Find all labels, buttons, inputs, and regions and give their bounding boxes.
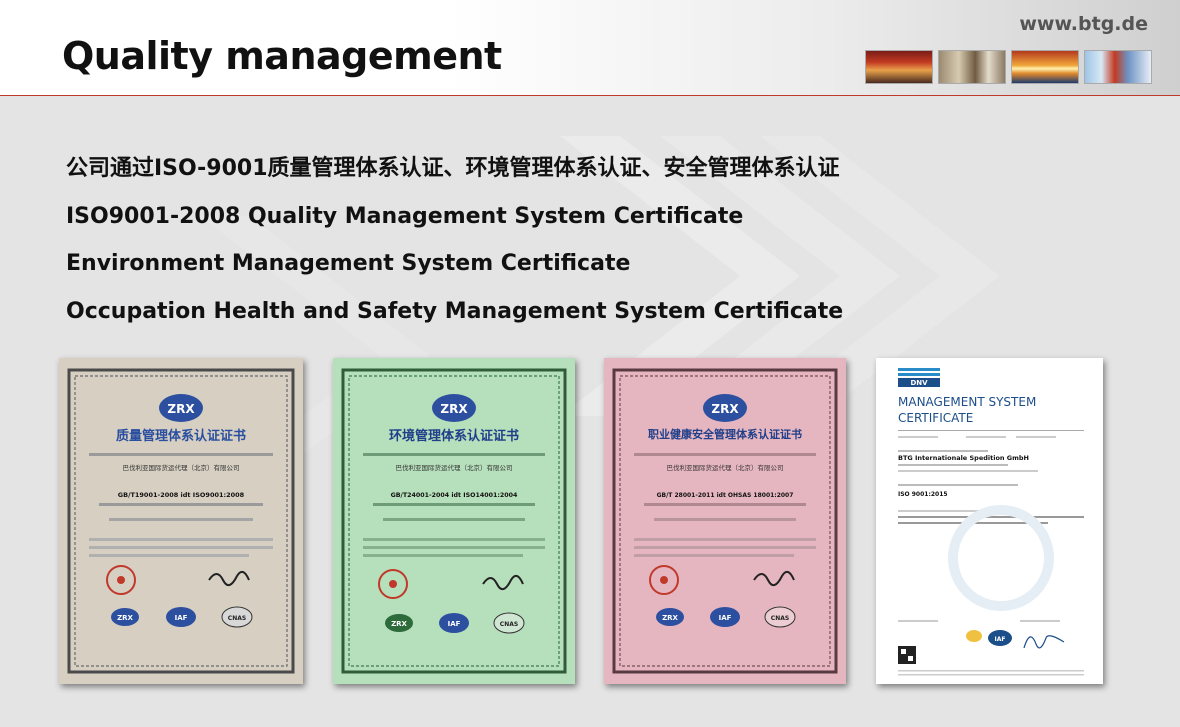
certificate-standard: GB/T24001-2004 idt ISO14001:2004 [391, 492, 518, 499]
certificate-company: 巴伐利亚国际货运代理（北京）有限公司 [396, 463, 513, 472]
certificate-dnv: DNV MANAGEMENT SYSTEM CERTIFICATE BTG In… [876, 358, 1103, 684]
certificate-title-line1: MANAGEMENT SYSTEM [898, 395, 1036, 409]
certificate-standard: ISO 9001:2015 [898, 491, 948, 498]
body-line-iso9001: ISO9001-2008 Quality Management System C… [66, 203, 744, 229]
svg-text:CNAS: CNAS [771, 615, 789, 622]
svg-text:ZRX: ZRX [117, 614, 133, 622]
certificate-logo: ZRX [440, 402, 468, 416]
body-line-chinese: 公司通过ISO-9001质量管理体系认证、环境管理体系认证、安全管理体系认证 [66, 156, 840, 181]
slide-header: Quality management www.btg.de [0, 0, 1180, 96]
page-title: Quality management [62, 34, 502, 78]
certificate-title-line2: CERTIFICATE [898, 411, 973, 425]
header-photo-warehouse [938, 50, 1006, 84]
svg-text:ZRX: ZRX [662, 614, 678, 622]
certificate-ohs: ZRX 职业健康安全管理体系认证证书 巴伐利亚国际货运代理（北京）有限公司 GB… [604, 358, 846, 684]
certificate-title: 环境管理体系认证证书 [389, 428, 519, 444]
header-photo-sunset [1011, 50, 1079, 84]
body-line-ohs: Occupation Health and Safety Management … [66, 298, 844, 324]
certificate-logo: ZRX [711, 402, 739, 416]
svg-text:CNAS: CNAS [228, 615, 246, 622]
certificate-company: 巴伐利亚国际货运代理（北京）有限公司 [123, 463, 240, 472]
certificate-title: 职业健康安全管理体系认证证书 [648, 427, 802, 441]
qr-code-icon [898, 646, 916, 664]
certificate-quality: ZRX 质量管理体系认证证书 巴伐利亚国际货运代理（北京）有限公司 GB/T19… [59, 358, 303, 684]
svg-text:IAF: IAF [448, 620, 461, 628]
certificate-title: 质量管理体系认证证书 [116, 428, 246, 444]
svg-text:IAF: IAF [175, 614, 188, 622]
certificate-company: BTG Internationale Spedition GmbH [898, 454, 1029, 462]
svg-text:IAF: IAF [995, 636, 1006, 643]
svg-text:IAF: IAF [719, 614, 732, 622]
header-photo-people [1084, 50, 1152, 84]
certification-text: 公司通过ISO-9001质量管理体系认证、环境管理体系认证、安全管理体系认证 I… [66, 150, 843, 340]
certificate-logo: ZRX [167, 402, 195, 416]
svg-text:ZRX: ZRX [391, 620, 407, 628]
website-url: www.btg.de [1019, 13, 1148, 35]
svg-text:CNAS: CNAS [500, 621, 518, 628]
certificate-standard: GB/T19001-2008 idt ISO9001:2008 [118, 491, 245, 499]
accreditation-icon [966, 630, 982, 642]
certificate-company: 巴伐利亚国际货运代理（北京）有限公司 [667, 463, 784, 472]
header-photo-truck [865, 50, 933, 84]
certificate-standard: GB/T 28001-2011 idt OHSAS 18001:2007 [657, 492, 794, 499]
certificate-environment: ZRX 环境管理体系认证证书 巴伐利亚国际货运代理（北京）有限公司 GB/T24… [333, 358, 575, 684]
certificate-logo: DNV [910, 379, 928, 387]
body-line-environment: Environment Management System Certificat… [66, 251, 631, 276]
